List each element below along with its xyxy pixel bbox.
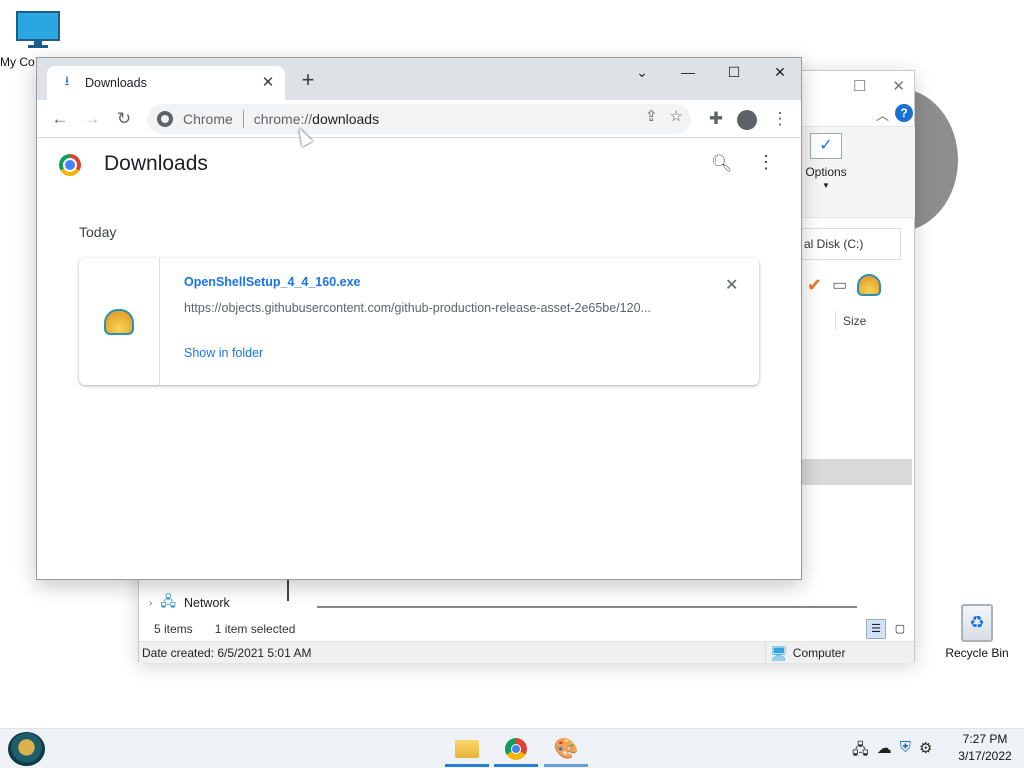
file-icon-column xyxy=(79,258,160,385)
tab-strip: ⭳ Downloads ✕ + ⌄ — ☐ ✕ xyxy=(37,58,801,100)
omnibox-site: Chrome xyxy=(183,111,233,127)
omnibox-actions: ⇪ ☆ xyxy=(645,107,683,125)
open-shell-file-icon xyxy=(104,308,134,335)
rename-icon[interactable]: ▭ xyxy=(832,275,847,295)
search-icon[interactable]: 🔍︎ xyxy=(711,154,733,174)
trash-icon: ♻ xyxy=(961,604,993,642)
omnibox-url: chrome://downloads xyxy=(254,111,379,127)
recycle-bin-icon[interactable]: ♻ Recycle Bin xyxy=(942,604,1012,660)
chrome-toolbar: ← → ↻ Chrome chrome://downloads ⇪ ☆ ✚ ⋮ xyxy=(37,100,801,138)
computer-icon: 🖥 xyxy=(770,644,788,661)
clock[interactable]: 7:27 PM 3/17/2022 xyxy=(955,731,1015,765)
explorer-toolbar: ✔ ▭ xyxy=(807,274,882,296)
large-icons-view-icon[interactable]: ▢ xyxy=(890,619,910,639)
taskbar: 🎨 🖧 ☁ ⛨ ⚙ 7:27 PM 3/17/2022 xyxy=(0,728,1024,768)
tab-search-icon[interactable]: ⌄ xyxy=(619,58,665,88)
downloads-page: Downloads 🔍︎ ⋮ Today OpenShellSetup_4_4_… xyxy=(37,138,801,579)
security-shield-icon[interactable]: ⛨ xyxy=(900,739,911,764)
download-icon: ⭳ xyxy=(64,73,70,88)
date-group-label: Today xyxy=(79,224,117,240)
chrome-icon xyxy=(505,737,527,760)
chrome-logo-icon xyxy=(59,154,81,176)
shell-icon[interactable] xyxy=(857,274,882,296)
active-indicator xyxy=(445,764,489,767)
items-selected: 1 item selected xyxy=(214,622,296,636)
chevron-right-icon[interactable]: › xyxy=(149,598,152,609)
explorer-title-controls: ☐ ✕ xyxy=(801,71,915,101)
system-tray: 🖧 ☁ ⛨ ⚙ xyxy=(852,739,932,764)
items-count: 5 items xyxy=(154,622,193,636)
help-icon[interactable]: ? xyxy=(895,104,913,122)
extensions-icon[interactable]: ✚ xyxy=(703,106,729,132)
options-label: Options xyxy=(805,165,847,179)
address-text: al Disk (C:) xyxy=(804,237,864,251)
chrome-page-icon xyxy=(157,111,173,127)
pane-divider[interactable] xyxy=(287,579,289,601)
checkbox-icon: ✓ xyxy=(810,133,842,159)
download-source-url: https://objects.githubusercontent.com/gi… xyxy=(184,301,651,315)
chrome-window[interactable]: ⭳ Downloads ✕ + ⌄ — ☐ ✕ ← → ↻ Chrome chr… xyxy=(36,57,802,580)
recycle-bin-label: Recycle Bin xyxy=(945,646,1009,660)
tab-close-icon[interactable]: ✕ xyxy=(259,74,277,92)
location-info: 🖥 Computer xyxy=(765,642,913,664)
tab-title: Downloads xyxy=(85,76,147,90)
download-item: OpenShellSetup_4_4_160.exe https://objec… xyxy=(79,258,759,385)
close-icon[interactable]: ✕ xyxy=(757,58,801,88)
reload-icon[interactable]: ↻ xyxy=(111,106,137,132)
options-button[interactable]: ✓ Options ▼ xyxy=(801,133,851,213)
new-tab-button[interactable]: + xyxy=(297,69,319,92)
omnibox-separator xyxy=(242,110,244,128)
checkmark-icon[interactable]: ✔ xyxy=(807,275,822,296)
nav-item-network[interactable]: › 🖧 Network xyxy=(149,591,230,615)
taskbar-file-explorer[interactable] xyxy=(445,733,489,767)
monitor-icon xyxy=(16,11,60,48)
maximize-icon[interactable]: ☐ xyxy=(853,77,866,95)
paint-palette-icon: 🎨 xyxy=(553,738,579,760)
bookmark-star-icon[interactable]: ☆ xyxy=(670,107,683,125)
download-filename-link[interactable]: OpenShellSetup_4_4_160.exe xyxy=(184,275,360,289)
back-icon[interactable]: ← xyxy=(47,106,73,132)
network-label: Network xyxy=(183,596,230,610)
forward-icon[interactable]: → xyxy=(79,106,105,132)
page-title: Downloads xyxy=(104,152,208,175)
chrome-menu-icon[interactable]: ⋮ xyxy=(767,106,793,132)
active-indicator xyxy=(494,764,538,767)
network-tray-icon[interactable]: 🖧 xyxy=(852,739,869,764)
close-icon[interactable]: ✕ xyxy=(892,77,905,95)
tab-downloads[interactable]: ⭳ Downloads ✕ xyxy=(47,66,285,100)
explorer-status-bar: 5 items 1 item selected xyxy=(139,619,914,639)
selected-file-row[interactable] xyxy=(801,459,912,485)
taskbar-chrome[interactable] xyxy=(494,733,538,767)
maximize-icon[interactable]: ☐ xyxy=(711,58,757,88)
taskbar-paint[interactable]: 🎨 xyxy=(544,733,588,767)
more-actions-icon[interactable]: ⋮ xyxy=(757,152,775,173)
date-created: Date created: 6/5/2021 5:01 AM xyxy=(142,645,312,660)
active-indicator xyxy=(544,764,588,767)
profile-avatar-icon[interactable] xyxy=(734,106,760,132)
clock-date: 3/17/2022 xyxy=(958,749,1012,763)
view-toggle: ☰ ▢ xyxy=(866,619,910,639)
window-controls: ⌄ — ☐ ✕ xyxy=(619,58,801,88)
remove-download-icon[interactable]: ✕ xyxy=(725,275,738,295)
address-bar[interactable]: Chrome chrome://downloads ⇪ ☆ xyxy=(147,104,691,134)
network-icon: 🖧 xyxy=(160,593,176,609)
dropdown-icon: ▼ xyxy=(822,181,830,190)
onedrive-icon[interactable]: ☁ xyxy=(877,739,892,764)
horizontal-scrollbar[interactable] xyxy=(317,606,857,608)
folder-icon xyxy=(455,739,479,758)
location-label: Computer xyxy=(792,646,846,660)
clock-time: 7:27 PM xyxy=(962,732,1008,746)
explorer-details-bar: Date created: 6/5/2021 5:01 AM 🖥 Compute… xyxy=(139,641,914,664)
size-label: Size xyxy=(843,314,867,328)
minimize-icon[interactable]: — xyxy=(665,58,711,88)
explorer-address-bar[interactable]: al Disk (C:) xyxy=(801,228,901,260)
settings-gear-icon[interactable]: ⚙ xyxy=(919,739,932,764)
url-path: downloads xyxy=(312,111,380,127)
share-icon[interactable]: ⇪ xyxy=(645,107,658,125)
column-header-size[interactable]: Size xyxy=(835,311,915,331)
details-view-icon[interactable]: ☰ xyxy=(866,619,886,639)
start-button-icon[interactable] xyxy=(8,732,45,766)
chevron-up-icon[interactable]: ︿ xyxy=(876,105,889,124)
show-in-folder-link[interactable]: Show in folder xyxy=(184,346,263,360)
